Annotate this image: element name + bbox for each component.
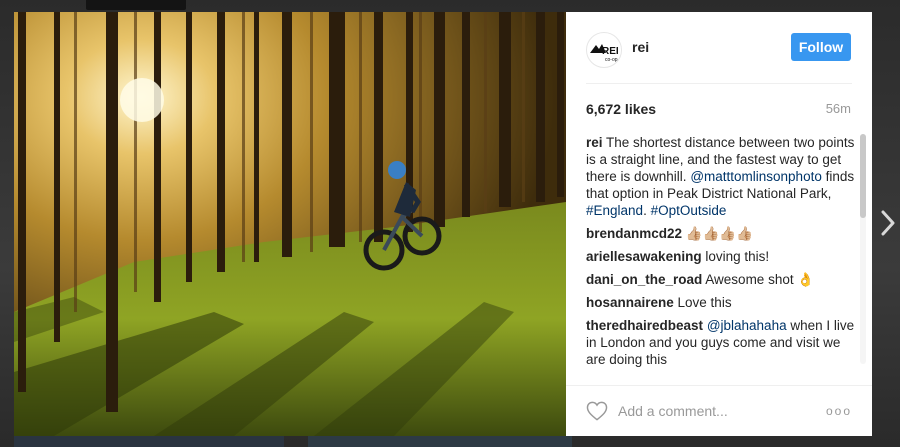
post-photo[interactable]: [14, 12, 566, 436]
comment-text: Love this: [673, 295, 732, 310]
comment-username[interactable]: ariellesawakening: [586, 249, 702, 264]
comments-list[interactable]: rei The shortest distance between two po…: [586, 134, 856, 374]
comment-username[interactable]: dani_on_the_road: [586, 272, 702, 287]
comment-item: ariellesawakening loving this!: [586, 248, 856, 265]
comment-text: loving this!: [701, 249, 770, 264]
caption-username[interactable]: rei: [586, 135, 603, 150]
comment-form: ooo: [566, 385, 872, 436]
comment-item: brendanmcd22 👍🏼👍🏼👍🏼👍🏼: [586, 225, 856, 242]
background-thumbnail: [14, 436, 284, 447]
likes-count[interactable]: 6,672 likes: [586, 101, 656, 117]
heart-outline-icon[interactable]: [586, 401, 608, 421]
comment-input[interactable]: [618, 396, 818, 426]
comment-username[interactable]: theredhairedbeast: [586, 318, 703, 333]
username-link[interactable]: rei: [632, 39, 649, 55]
comment-text: 👍🏼👍🏼👍🏼👍🏼: [682, 226, 754, 241]
post-caption: rei The shortest distance between two po…: [586, 134, 856, 219]
caption-mention[interactable]: @matttomlinsonphoto: [690, 169, 822, 184]
comment-item: theredhairedbeast @jblahahaha when I liv…: [586, 317, 856, 368]
post-side-panel: REI co-op rei Follow 6,672 likes 56m rei…: [566, 12, 872, 436]
more-options-icon[interactable]: ooo: [826, 404, 852, 418]
svg-text:REI: REI: [602, 46, 619, 57]
time-ago[interactable]: 56m: [826, 101, 851, 116]
comments-scrollbar[interactable]: [860, 134, 866, 364]
comment-username[interactable]: hosannairene: [586, 295, 674, 310]
comment-item: hosannairene Love this: [586, 294, 856, 311]
avatar[interactable]: REI co-op: [586, 32, 622, 68]
follow-button[interactable]: Follow: [791, 33, 851, 61]
caption-text: .: [643, 203, 651, 218]
caption-hashtag[interactable]: #England: [586, 203, 643, 218]
background-logo: [86, 0, 186, 10]
rei-logo-icon: REI co-op: [590, 44, 619, 63]
background-thumbnail: [308, 436, 572, 447]
comment-username[interactable]: brendanmcd22: [586, 226, 682, 241]
header-divider: [586, 83, 852, 84]
scrollbar-thumb[interactable]: [860, 134, 866, 218]
comment-mention[interactable]: @jblahahaha: [707, 318, 787, 333]
caption-hashtag[interactable]: #OptOutside: [651, 203, 727, 218]
comment-item: dani_on_the_road Awesome shot 👌: [586, 271, 856, 288]
svg-text:co-op: co-op: [605, 57, 618, 63]
chevron-right-icon[interactable]: [879, 208, 897, 238]
post-header: REI co-op rei Follow: [566, 12, 872, 83]
comment-text: Awesome shot 👌: [702, 272, 815, 287]
